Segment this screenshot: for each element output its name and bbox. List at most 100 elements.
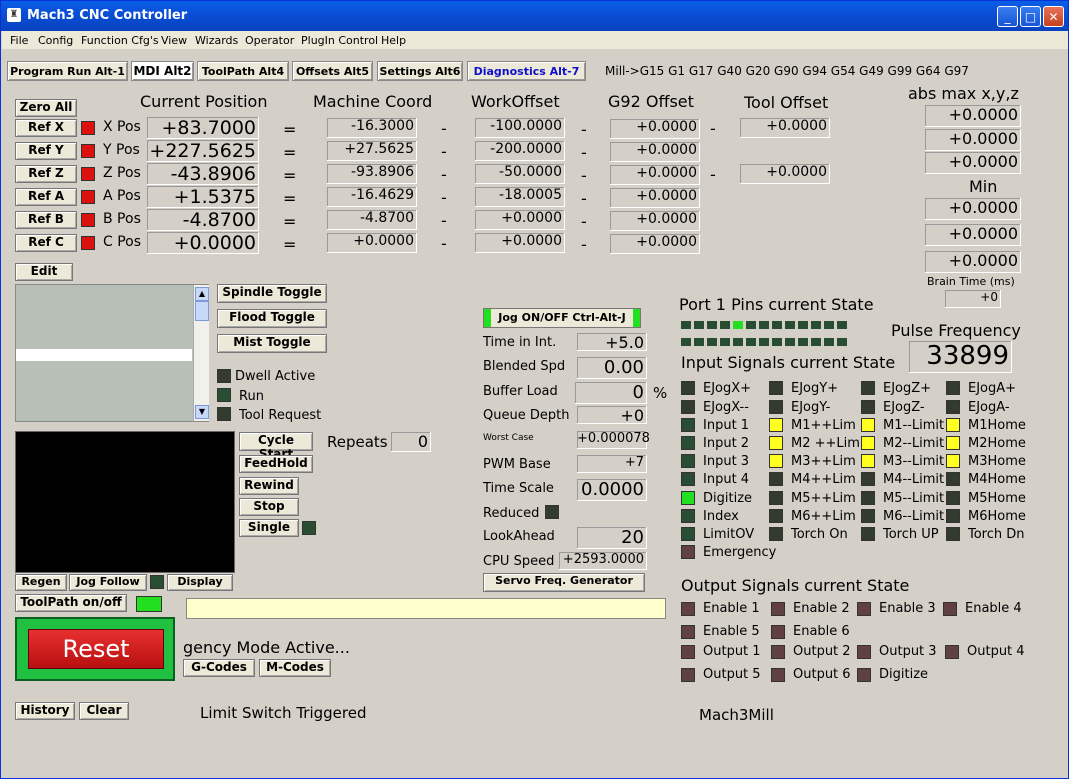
z-current-position[interactable]: -43.8906: [147, 163, 259, 185]
tool-offset-2[interactable]: +0.0000: [740, 164, 830, 184]
mist-toggle-button[interactable]: Mist Toggle: [217, 334, 327, 353]
menu-wizards[interactable]: Wizards: [195, 34, 238, 47]
y-equals: =: [283, 143, 297, 162]
stat-pwm-base-value[interactable]: +7: [577, 455, 647, 473]
a-machine-coord[interactable]: -16.4629: [327, 187, 417, 207]
tab-diagnostics[interactable]: Diagnostics Alt-7: [467, 61, 586, 81]
mcodes-button[interactable]: M-Codes: [259, 659, 331, 677]
stat-cpu-speed-value[interactable]: +2593.0000: [559, 552, 647, 570]
a-g92-offset[interactable]: +0.0000: [610, 188, 700, 208]
y-g92-offset[interactable]: +0.0000: [610, 142, 700, 162]
stop-button[interactable]: Stop: [239, 498, 299, 516]
b-current-position[interactable]: -4.8700: [147, 209, 259, 231]
z-g92-offset[interactable]: +0.0000: [610, 165, 700, 185]
maximize-button[interactable]: □: [1020, 6, 1041, 27]
a-current-position[interactable]: +1.5375: [147, 186, 259, 208]
reset-button[interactable]: Reset: [28, 629, 164, 669]
repeats-value[interactable]: 0: [391, 432, 431, 452]
min-z[interactable]: +0.0000: [925, 251, 1021, 273]
tab-program-run[interactable]: Program Run Alt-1: [7, 61, 128, 81]
feedhold-button[interactable]: FeedHold: [239, 455, 313, 473]
stat-buffer-load-value[interactable]: 0: [575, 382, 647, 404]
menu-view[interactable]: View: [161, 34, 187, 47]
c-equals: =: [283, 235, 297, 254]
z-work-offset[interactable]: -50.0000: [475, 164, 565, 184]
brain-time-value[interactable]: +0: [945, 290, 1001, 308]
scroll-down-icon[interactable]: ▼: [195, 405, 209, 419]
stat-queue-depth-value[interactable]: +0: [577, 406, 647, 425]
absmax-y[interactable]: +0.0000: [925, 129, 1021, 151]
a-work-offset[interactable]: -18.0005: [475, 187, 565, 207]
absmax-x[interactable]: +0.0000: [925, 105, 1021, 127]
jog-follow-button[interactable]: Jog Follow: [69, 574, 147, 591]
stat-time-scale-value[interactable]: 0.0000: [577, 479, 647, 501]
ref-x-button[interactable]: Ref X: [15, 119, 77, 137]
close-button[interactable]: ✕: [1043, 6, 1064, 27]
scroll-thumb[interactable]: [195, 301, 209, 321]
absmax-z[interactable]: +0.0000: [925, 152, 1021, 174]
ref-z-button[interactable]: Ref Z: [15, 165, 77, 183]
min-y[interactable]: +0.0000: [925, 224, 1021, 246]
x-g92-offset[interactable]: +0.0000: [610, 119, 700, 139]
c-g92-offset[interactable]: +0.0000: [610, 234, 700, 254]
b-g92-offset[interactable]: +0.0000: [610, 211, 700, 231]
gcodes-button[interactable]: G-Codes: [183, 659, 255, 677]
zero-all-button[interactable]: Zero All: [15, 99, 77, 117]
stat-lookahead-value[interactable]: 20: [577, 527, 647, 549]
c-work-offset[interactable]: +0.0000: [475, 233, 565, 253]
gcode-scrollbar[interactable]: ▲ ▼: [193, 285, 209, 421]
ref-a-button[interactable]: Ref A: [15, 188, 77, 206]
input-ejogxplus-led: [681, 381, 695, 395]
tab-settings[interactable]: Settings Alt6: [377, 61, 463, 81]
flood-toggle-button[interactable]: Flood Toggle: [217, 309, 327, 328]
y-work-offset[interactable]: -200.0000: [475, 141, 565, 161]
stat-worst-case-value[interactable]: +0.000078: [577, 431, 650, 449]
x-current-position[interactable]: +83.7000: [147, 117, 259, 139]
ref-b-button[interactable]: Ref B: [15, 211, 77, 229]
clear-button[interactable]: Clear: [79, 702, 129, 720]
x-machine-coord[interactable]: -16.3000: [327, 118, 417, 138]
b-work-offset[interactable]: +0.0000: [475, 210, 565, 230]
edit-button[interactable]: Edit: [15, 263, 73, 281]
menu-help[interactable]: Help: [381, 34, 406, 47]
regen-button[interactable]: Regen: [15, 574, 67, 591]
z-machine-coord[interactable]: -93.8906: [327, 164, 417, 184]
y-current-position[interactable]: +227.5625: [147, 140, 259, 162]
menu-plugin-control[interactable]: PlugIn Control: [301, 34, 378, 47]
b-machine-coord[interactable]: -4.8700: [327, 210, 417, 230]
window-title: Mach3 CNC Controller: [27, 8, 188, 23]
jog-onoff-button[interactable]: Jog ON/OFF Ctrl-Alt-J: [483, 308, 641, 328]
stat-blended-spd-value[interactable]: 0.00: [577, 357, 647, 379]
ref-y-button[interactable]: Ref Y: [15, 142, 77, 160]
tab-mdi[interactable]: MDI Alt2: [131, 61, 194, 81]
tab-offsets[interactable]: Offsets Alt5: [292, 61, 373, 81]
cycle-start-button[interactable]: Cycle Start: [239, 432, 313, 461]
history-button[interactable]: History: [15, 702, 75, 720]
min-x[interactable]: +0.0000: [925, 198, 1021, 220]
menu-function-cfgs[interactable]: Function Cfg's: [81, 34, 159, 47]
stat-time-in-int-value[interactable]: +5.0: [577, 333, 647, 352]
menu-operator[interactable]: Operator: [245, 34, 294, 47]
c-machine-coord[interactable]: +0.0000: [327, 233, 417, 253]
menu-file[interactable]: File: [10, 34, 28, 47]
menu-config[interactable]: Config: [38, 34, 73, 47]
output-enable-4-label: Enable 4: [965, 601, 1022, 616]
gcode-list[interactable]: ▲ ▼: [15, 284, 209, 422]
servo-freq-button[interactable]: Servo Freq. Generator: [483, 573, 645, 592]
single-button[interactable]: Single: [239, 519, 299, 537]
x-work-offset[interactable]: -100.0000: [475, 118, 565, 138]
tool-offset-1[interactable]: +0.0000: [740, 118, 830, 138]
tab-toolpath[interactable]: ToolPath Alt4: [197, 61, 289, 81]
y-machine-coord[interactable]: +27.5625: [327, 141, 417, 161]
pulse-frequency-value[interactable]: 33899: [909, 341, 1012, 373]
minimize-button[interactable]: _: [997, 6, 1018, 27]
toolpath-view[interactable]: [15, 431, 235, 573]
spindle-toggle-button[interactable]: Spindle Toggle: [217, 284, 327, 303]
scroll-up-icon[interactable]: ▲: [195, 287, 209, 301]
port-pin-14-led: [681, 338, 691, 346]
c-current-position[interactable]: +0.0000: [147, 232, 259, 254]
toolpath-onoff-button[interactable]: ToolPath on/off: [15, 594, 127, 612]
rewind-button[interactable]: Rewind: [239, 477, 299, 495]
ref-c-button[interactable]: Ref C: [15, 234, 77, 252]
display-button[interactable]: Display: [167, 574, 233, 591]
